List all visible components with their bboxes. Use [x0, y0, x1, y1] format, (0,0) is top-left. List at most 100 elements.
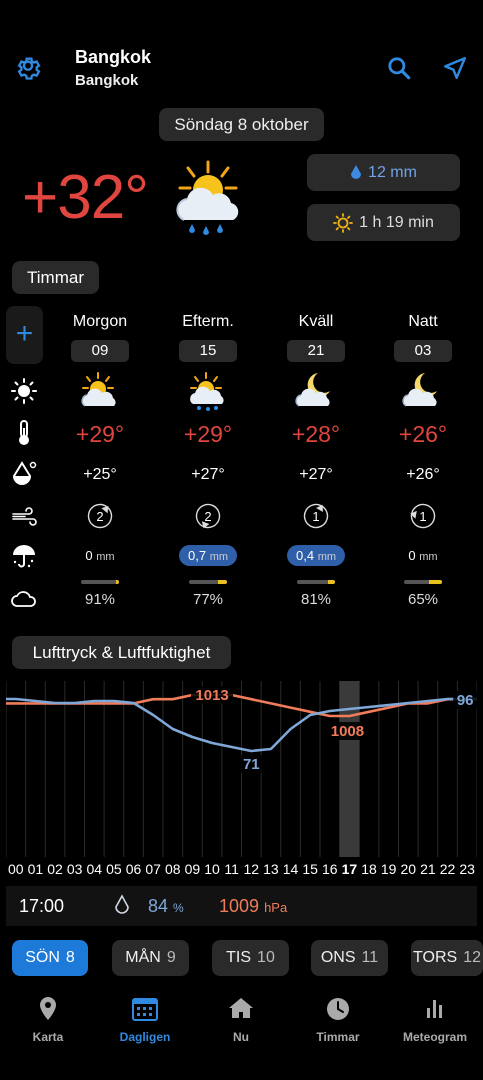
cloud-bar — [297, 580, 335, 584]
date-label: Söndag 8 oktober — [159, 108, 324, 141]
wind-speed: 2 — [204, 509, 211, 524]
day-name: TORS — [413, 949, 458, 966]
hour-tick: 13 — [263, 861, 279, 877]
day-name: MÅN — [125, 949, 161, 966]
hour-tick: 05 — [106, 861, 122, 877]
current-temperature: +32° — [22, 163, 149, 232]
precipitation-pill: 12 mm — [307, 154, 460, 191]
period-feels-like: +27° — [299, 466, 333, 483]
humidity-max-label: 96 — [457, 692, 474, 709]
clock-icon — [290, 996, 386, 1026]
nav-karta[interactable]: Karta — [0, 990, 96, 1044]
period-cloud-percent: 77% — [192, 591, 224, 608]
nav-label: Timmar — [316, 1030, 360, 1044]
hour-tick: 16 — [322, 861, 338, 877]
hour-tick: 21 — [420, 861, 436, 877]
city-name: Bangkok — [75, 47, 152, 67]
partly-cloudy-night-icon — [401, 371, 445, 411]
section-hours-label: Timmar — [12, 261, 99, 294]
map-pin-icon — [0, 996, 96, 1026]
add-button[interactable]: + — [6, 306, 43, 364]
calendar-icon — [97, 996, 193, 1026]
cloud-bar — [189, 580, 227, 584]
hour-tick: 07 — [145, 861, 161, 877]
hour-tick: 12 — [243, 861, 260, 877]
wind-icon — [12, 507, 37, 526]
humidity-min-label: 71 — [243, 756, 260, 773]
day-button-mån[interactable]: MÅN 9 — [112, 940, 189, 976]
hour-tick: 15 — [302, 861, 318, 877]
humidity-drop-icon — [115, 894, 129, 914]
sun-icon — [333, 212, 354, 233]
raindrop-icon — [351, 164, 362, 179]
wind-direction-icon: 2 — [195, 503, 221, 529]
section-pressure-label: Lufttryck & Luftfuktighet — [12, 636, 231, 669]
location-arrow-icon[interactable] — [442, 55, 468, 81]
period-temperature: +28° — [291, 421, 341, 447]
partly-cloudy-day-icon — [78, 371, 122, 411]
period-cloud-percent: 91% — [84, 591, 116, 608]
cloud-icon — [11, 591, 36, 607]
hour-tick: 09 — [184, 861, 201, 877]
nav-timmar[interactable]: Timmar — [290, 990, 386, 1044]
hour-tick: 04 — [86, 861, 103, 877]
day-number: 11 — [361, 949, 379, 966]
hour-tick: 17 — [341, 861, 358, 877]
hour-tick: 01 — [27, 861, 44, 877]
period-precipitation: 0,4 mm — [287, 545, 345, 566]
day-number: 12 — [463, 949, 481, 966]
partly-cloudy-rain-icon — [176, 160, 239, 235]
home-icon — [193, 996, 289, 1026]
hour-tick: 00 — [8, 861, 24, 877]
pressure-humidity-chart[interactable]: 1013 71 1008 96 — [6, 681, 477, 857]
umbrella-icon — [13, 545, 35, 568]
period-name: Natt — [408, 313, 438, 330]
nav-label: Karta — [32, 1030, 64, 1044]
day-button-tors[interactable]: TORS 12 — [411, 940, 483, 976]
hour-tick: 10 — [204, 861, 220, 877]
feels-like-drop-icon — [12, 461, 37, 485]
period-hour: 21 — [287, 340, 345, 362]
partly-cloudy-rain-icon — [186, 371, 230, 411]
wind-speed: 1 — [419, 509, 426, 524]
search-icon[interactable] — [386, 55, 412, 81]
readout-time: 17:00 — [19, 896, 65, 916]
period-cloud-percent: 81% — [300, 591, 332, 608]
nav-nu[interactable]: Nu — [193, 990, 289, 1044]
precipitation-value: 12 mm — [368, 163, 417, 181]
pressure-min-label: 1008 — [331, 723, 364, 740]
wind-direction-icon: 1 — [303, 503, 329, 529]
sunshine-pill: 1 h 19 min — [307, 204, 460, 241]
wind-direction-icon: 2 — [87, 503, 113, 529]
day-button-sön[interactable]: SÖN 8 — [12, 940, 88, 976]
period-name: Kväll — [298, 313, 334, 330]
day-button-tis[interactable]: TIS 10 — [212, 940, 289, 976]
nav-meteogram[interactable]: Meteogram — [387, 990, 483, 1044]
period-name: Efterm. — [182, 313, 234, 330]
period-name: Morgon — [72, 313, 128, 330]
hour-tick: 06 — [125, 861, 142, 877]
hour-tick: 23 — [459, 861, 475, 877]
period-temperature: +26° — [398, 421, 448, 447]
hour-tick: 14 — [282, 861, 299, 877]
period-feels-like: +27° — [191, 466, 225, 483]
period-cloud-percent: 65% — [407, 591, 439, 608]
cloud-bar — [404, 580, 442, 584]
day-name: SÖN — [25, 949, 60, 966]
hour-tick: 02 — [47, 861, 63, 877]
nav-dagligen[interactable]: Dagligen — [97, 990, 193, 1044]
wind-speed: 2 — [96, 509, 103, 524]
day-button-ons[interactable]: ONS 11 — [311, 940, 388, 976]
period-temperature: +29° — [183, 421, 233, 447]
readout-pressure: 1009 hPa — [219, 896, 288, 916]
day-name: TIS — [226, 949, 252, 966]
sunshine-value: 1 h 19 min — [359, 213, 434, 231]
sun-row-icon — [11, 378, 37, 404]
pressure-max-label: 1013 — [195, 687, 228, 704]
period-temperature: +29° — [75, 421, 125, 447]
period-feels-like: +26° — [406, 466, 440, 483]
wind-speed: 1 — [312, 509, 319, 524]
period-hour: 15 — [179, 340, 237, 362]
gear-icon[interactable] — [14, 54, 42, 82]
region-name: Bangkok — [75, 72, 139, 89]
